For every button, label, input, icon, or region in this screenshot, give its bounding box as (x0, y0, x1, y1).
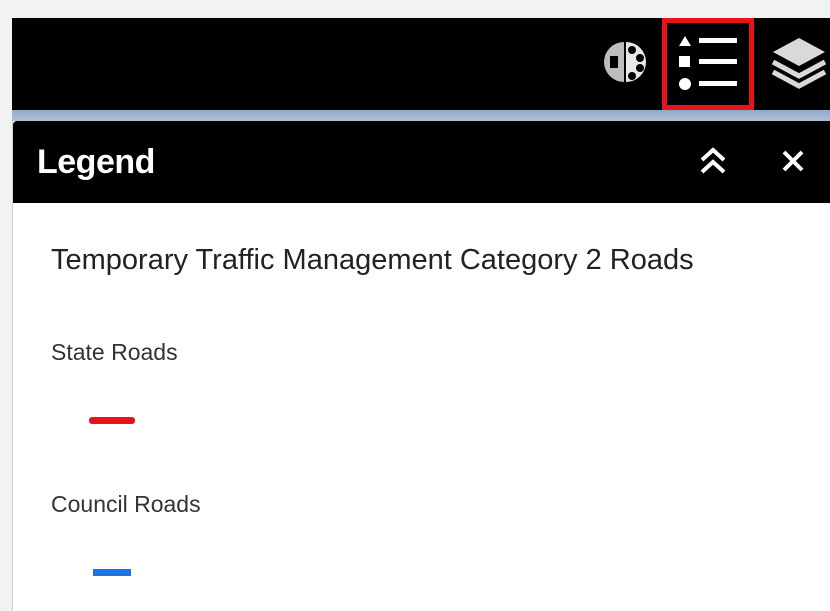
legend-panel-header: Legend (13, 121, 830, 203)
layer-title: Temporary Traffic Management Category 2 … (51, 244, 694, 276)
app-frame: Legend Temporary Traffic Management Cate… (12, 18, 830, 611)
legend-item-label: Council Roads (51, 491, 201, 517)
legend-panel: Legend Temporary Traffic Management Cate… (12, 121, 830, 611)
panel-title: Legend (37, 143, 155, 181)
basemap-gallery-icon (596, 34, 652, 95)
basemap-gallery-button[interactable] (588, 18, 660, 110)
collapse-button[interactable] (693, 143, 733, 183)
legend-icon (677, 30, 741, 99)
legend-item-label: State Roads (51, 339, 178, 365)
chevron-double-up-icon (698, 146, 728, 181)
close-button[interactable] (773, 143, 813, 183)
layer-list-button[interactable] (764, 18, 830, 110)
close-icon (780, 148, 806, 179)
council-roads-swatch (93, 569, 131, 576)
legend-button[interactable] (668, 18, 750, 110)
layers-icon (769, 32, 829, 97)
state-roads-swatch (89, 417, 135, 424)
top-toolbar (12, 18, 830, 110)
